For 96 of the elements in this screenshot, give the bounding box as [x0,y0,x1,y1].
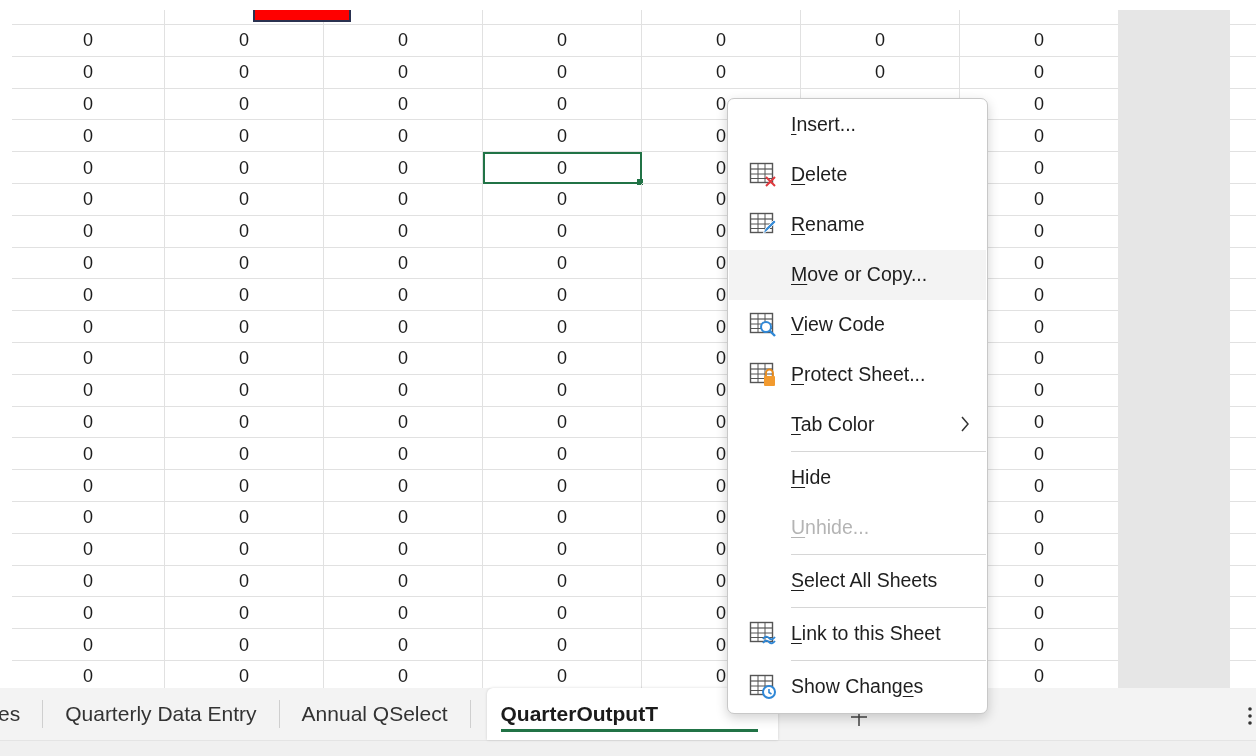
table-cell[interactable]: 0 [483,215,642,248]
table-cell[interactable]: 0 [324,438,483,471]
table-cell[interactable]: 0 [324,501,483,534]
table-cell[interactable]: 0 [165,120,324,153]
table-cell[interactable]: 0 [324,533,483,566]
table-cell[interactable]: 0 [324,629,483,661]
table-cell[interactable]: 0 [483,374,642,407]
table-cell[interactable]: 0 [324,25,483,57]
table-cell[interactable]: 0 [324,247,483,280]
table-cell[interactable]: 0 [12,184,165,216]
table-cell[interactable]: 0 [165,247,324,280]
table-cell[interactable]: 0 [165,56,324,89]
table-cell[interactable]: 0 [801,25,960,57]
table-cell[interactable]: 0 [483,56,642,89]
table-cell[interactable]: 0 [324,470,483,502]
table-cell[interactable]: 0 [483,279,642,312]
table-cell[interactable]: 0 [165,597,324,630]
table-cell[interactable]: 0 [483,533,642,566]
table-cell[interactable]: 0 [324,120,483,153]
search-icon [749,312,777,338]
table-cell[interactable]: 0 [12,215,165,248]
rectangle-shape[interactable] [253,10,351,22]
table-cell[interactable]: 0 [324,152,483,184]
table-cell[interactable]: 0 [12,120,165,153]
table-cell[interactable]: 0 [12,279,165,312]
table-cell[interactable]: 0 [483,565,642,598]
more-options-icon[interactable] [1247,706,1253,726]
lock-icon [749,362,777,388]
table-cell[interactable]: 0 [483,247,642,280]
table-cell[interactable]: 0 [324,184,483,216]
table-cell[interactable]: 0 [483,120,642,153]
table-link-icon [749,621,777,647]
table-cell[interactable]: 0 [324,88,483,121]
table-cell[interactable]: 0 [165,501,324,534]
table-cell[interactable]: 0 [165,470,324,502]
table-cell[interactable]: 0 [483,501,642,534]
table-cell[interactable]: 0 [324,565,483,598]
table-cell[interactable]: 0 [324,406,483,439]
table-cell[interactable]: 0 [12,565,165,598]
table-cell[interactable]: 0 [12,342,165,375]
table-cell[interactable]: 0 [12,88,165,121]
table-cell[interactable]: 0 [483,88,642,121]
table-cell[interactable]: 0 [12,533,165,566]
table-cell[interactable]: 0 [12,629,165,661]
table-cell[interactable]: 0 [165,184,324,216]
table-cell[interactable]: 0 [483,342,642,375]
table-cell[interactable]: 0 [12,501,165,534]
table-cell[interactable]: 0 [12,374,165,407]
table-cell[interactable]: 0 [165,152,324,184]
table-cell[interactable]: 0 [12,406,165,439]
table-cell[interactable]: 0 [12,311,165,343]
table-cell[interactable]: 0 [12,25,165,57]
table-cell[interactable]: 0 [642,56,801,89]
table-cell[interactable]: 0 [165,406,324,439]
table-cell[interactable]: 0 [483,438,642,471]
table-cell[interactable]: 0 [483,470,642,502]
table-cell[interactable]: 0 [165,311,324,343]
table-cell[interactable]: 0 [165,88,324,121]
table-cell[interactable]: 0 [324,279,483,312]
table-cell[interactable]: 0 [642,25,801,57]
table-cell[interactable]: 0 [483,311,642,343]
table-cell[interactable]: 0 [165,342,324,375]
table-delete-icon [749,162,777,188]
table-cell[interactable]: 0 [165,629,324,661]
table-cell[interactable]: 0 [12,438,165,471]
chevron-right-icon [960,416,970,432]
table-cell[interactable]: 0 [324,597,483,630]
table-cell[interactable]: 0 [324,311,483,343]
table-cell[interactable]: 0 [165,25,324,57]
sheet-tab[interactable]: Quarterly Data Entry [43,688,279,740]
table-cell[interactable]: 0 [483,597,642,630]
menu-item[interactable]: Move or Copy... [729,250,986,300]
table-cell[interactable]: 0 [12,152,165,184]
table-cell[interactable]: 0 [12,597,165,630]
table-cell[interactable]: 0 [12,247,165,280]
sheet-tab[interactable]: QuarterOutputT [486,688,779,740]
table-cell[interactable]: 0 [483,152,642,184]
table-cell[interactable]: 0 [165,533,324,566]
table-cell[interactable]: 0 [165,374,324,407]
table-cell[interactable]: 0 [165,215,324,248]
table-cell[interactable]: 0 [12,56,165,89]
table-cell[interactable]: 0 [165,279,324,312]
table-cell[interactable]: 0 [324,374,483,407]
table-cell[interactable]: 0 [483,406,642,439]
table-cell[interactable]: 0 [483,629,642,661]
table-cell[interactable]: 0 [324,56,483,89]
table-cell[interactable]: 0 [165,438,324,471]
table-cell[interactable]: 0 [12,470,165,502]
table-cell[interactable]: 0 [801,56,960,89]
table-cell[interactable]: 0 [483,25,642,57]
table-cell[interactable]: 0 [165,565,324,598]
table-cell[interactable]: 0 [324,342,483,375]
table-cell[interactable]: 0 [324,215,483,248]
table-cell[interactable]: 0 [483,184,642,216]
sheet-tab[interactable]: Annual QSelect [279,688,470,740]
table-history-icon [749,674,777,700]
